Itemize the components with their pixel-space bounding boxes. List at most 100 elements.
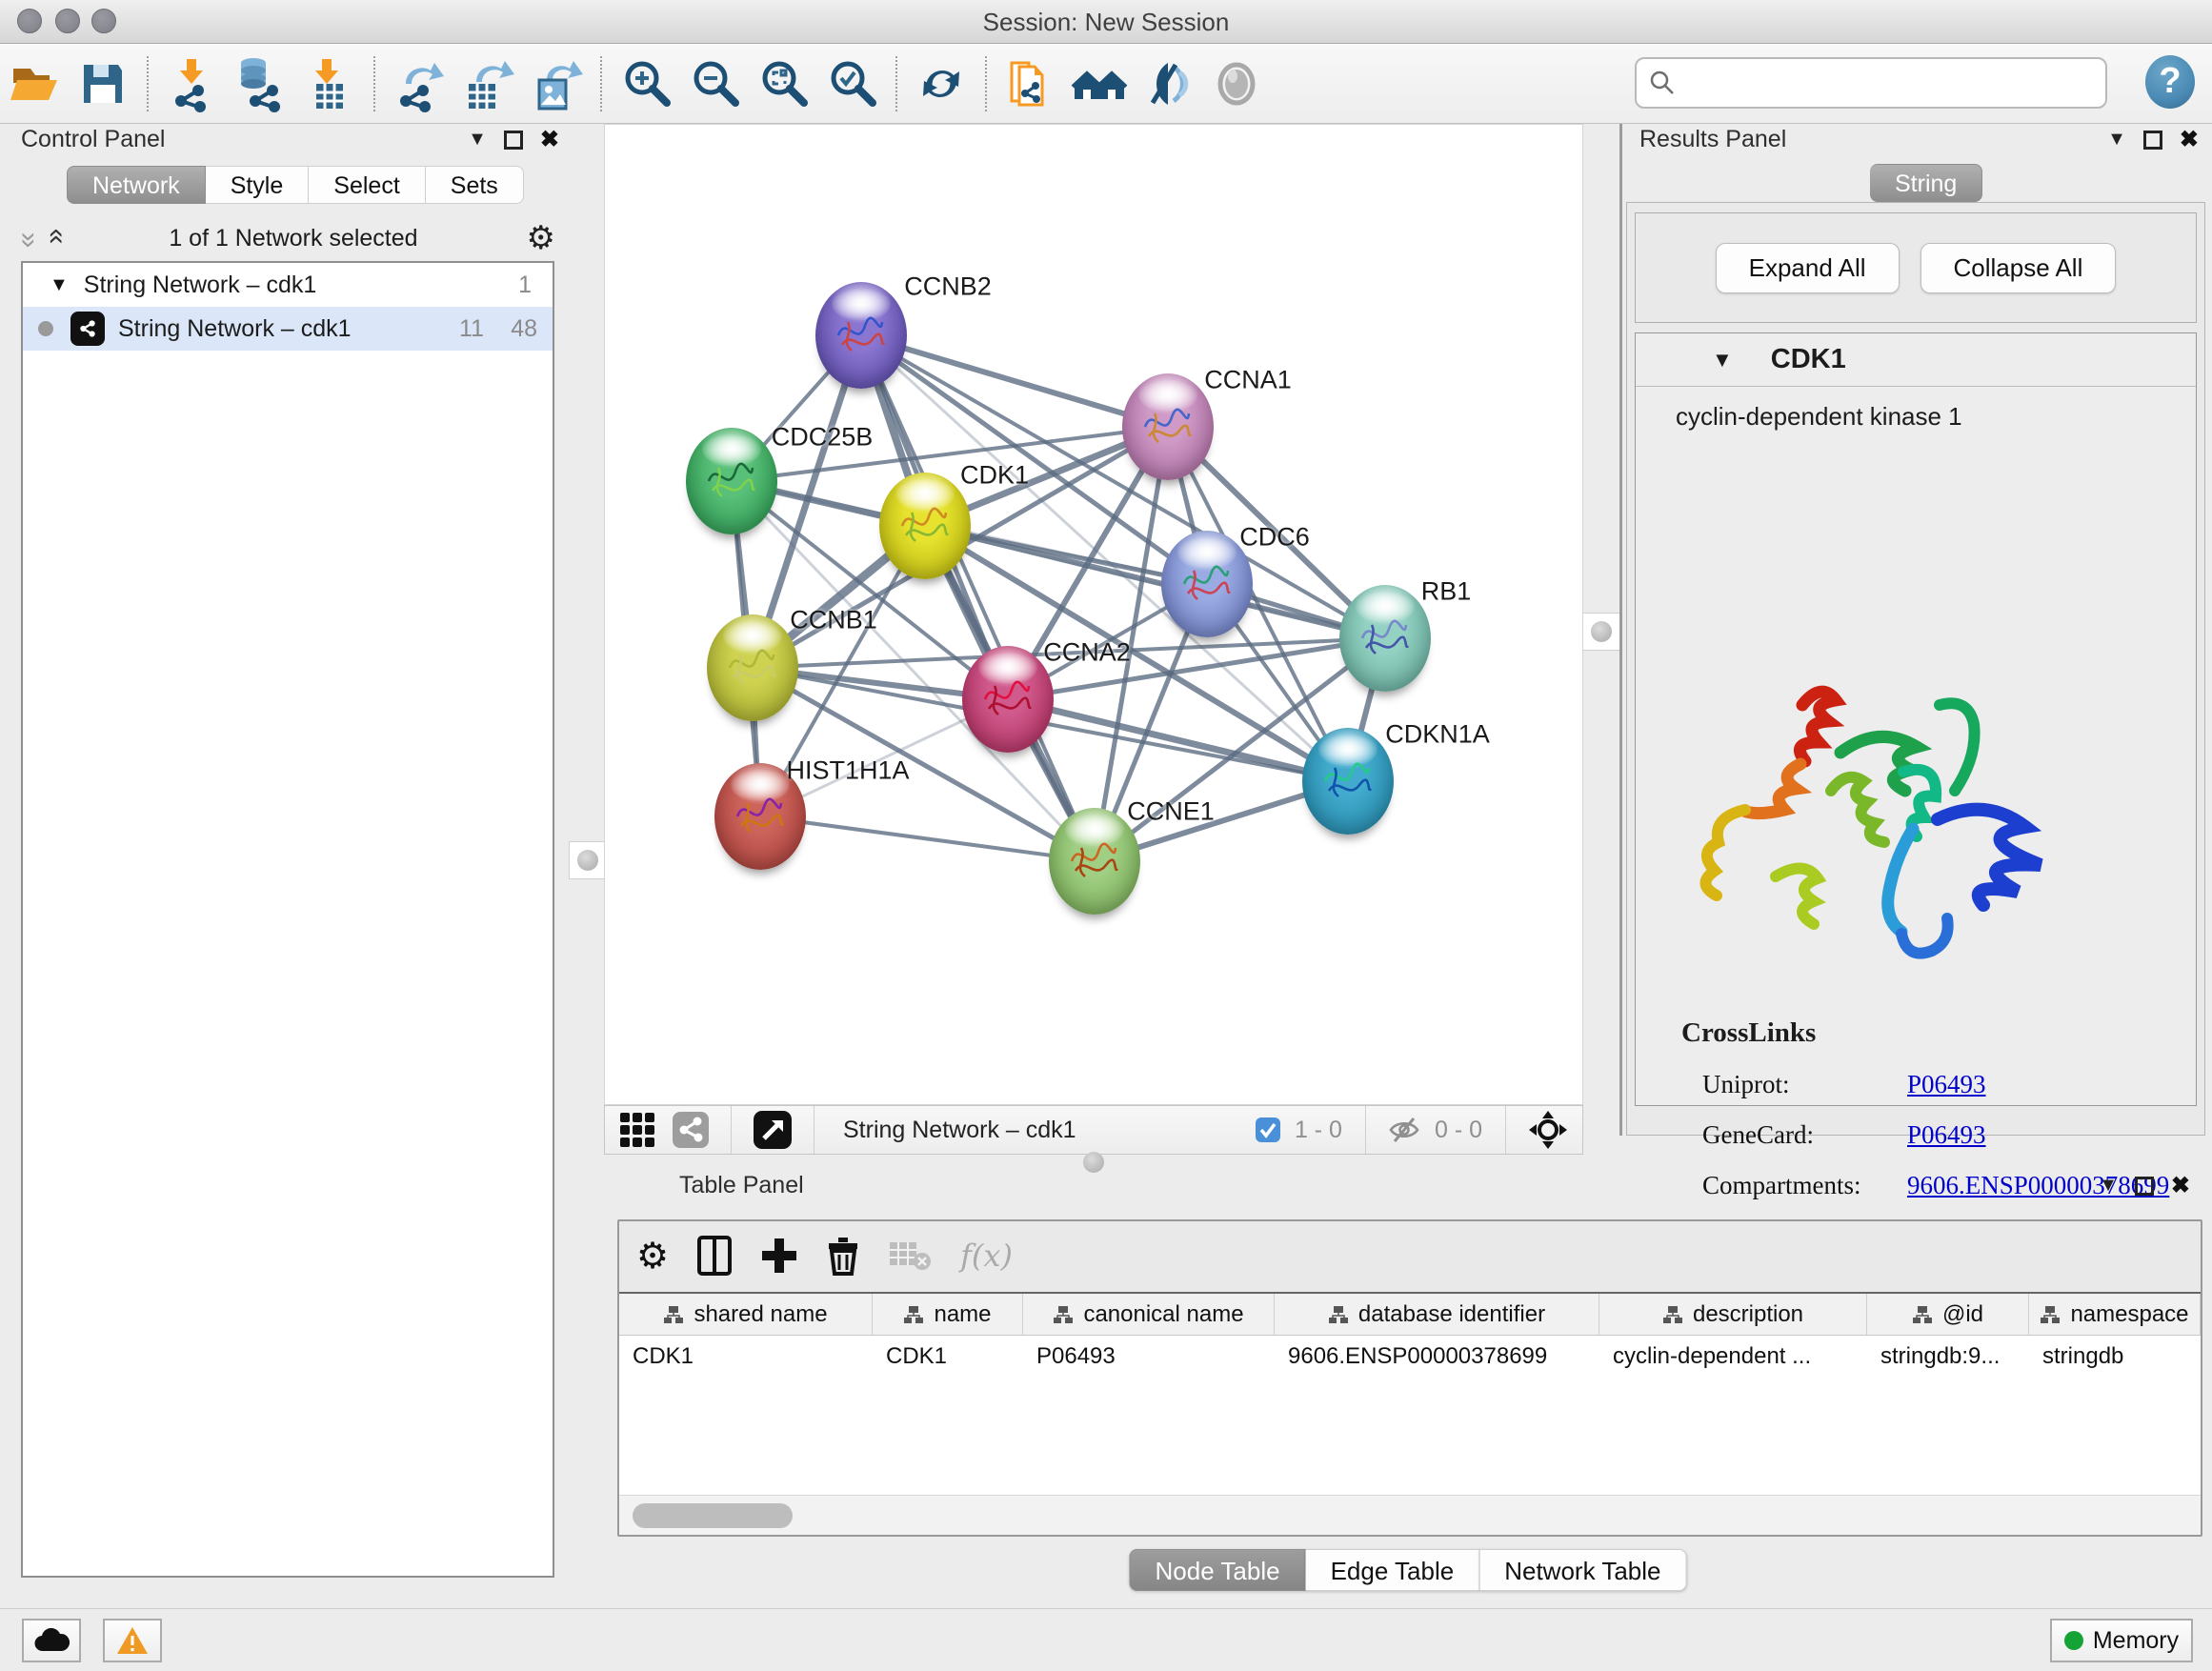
network-canvas[interactable]: CCNB2CCNA1CDC25BCDK1CDC6RB1CCNB1CCNA2CDK… [604,124,1583,1105]
column-header-namespace[interactable]: namespace [2029,1294,2201,1335]
network-node-ccnb2[interactable] [815,282,907,389]
sphere-button[interactable] [1202,51,1271,116]
grid-view-icon[interactable] [618,1111,656,1149]
delete-column-icon[interactable] [827,1236,859,1276]
float-panel-icon[interactable] [2135,1177,2154,1196]
zoom-selected-button[interactable] [817,51,886,116]
column-header-name[interactable]: name [873,1294,1023,1335]
column-header-database-identifier[interactable]: database identifier [1275,1294,1599,1335]
table-cell[interactable]: CDK1 [873,1336,1023,1378]
network-edge[interactable] [925,526,1385,638]
network-row[interactable]: String Network – cdk1 11 48 [23,307,553,351]
table-cell[interactable]: stringdb:9... [1867,1336,2029,1378]
collapse-panel-icon[interactable]: ▼ [2099,1175,2118,1197]
column-header-canonical-name[interactable]: canonical name [1023,1294,1275,1335]
hide-glyphs-button[interactable] [1134,51,1202,116]
node-label-ccna2: CCNA2 [1043,638,1131,668]
refresh-button[interactable] [907,51,975,116]
export-network-button[interactable] [385,51,453,116]
function-builder-icon[interactable]: f(x) [960,1238,1013,1274]
node-section-header[interactable]: ▼ CDK1 [1636,333,2196,387]
table-panel-splitter[interactable] [604,1155,1583,1170]
zoom-in-button[interactable] [612,51,680,116]
collapse-panel-icon[interactable]: ▼ [468,129,487,151]
search-box[interactable] [1635,57,2107,109]
float-panel-icon[interactable] [2143,131,2162,150]
protein-structure-thumb-icon [1066,833,1123,890]
crosslink-link[interactable]: P06493 [1907,1120,1986,1150]
birdseye-view-icon[interactable] [753,1110,793,1150]
expand-all-button[interactable]: Expand All [1716,243,1900,293]
node-description: cyclin-dependent kinase 1 [1676,402,2196,432]
table-cell[interactable]: 9606.ENSP00000378699 [1275,1336,1599,1378]
left-splitter-handle[interactable] [569,841,607,879]
close-panel-icon[interactable]: ✖ [2171,1172,2190,1199]
memory-button[interactable]: Memory [2050,1619,2193,1662]
table-cell[interactable]: CDK1 [619,1336,873,1378]
column-header-id[interactable]: @id [1867,1294,2029,1335]
network-edge[interactable] [861,335,1168,427]
network-node-cdkn1a[interactable] [1302,728,1394,835]
save-session-button[interactable] [69,51,137,116]
import-table-button[interactable] [295,51,364,116]
tab-network[interactable]: Network [67,166,206,204]
selected-checkbox-icon[interactable] [1255,1117,1281,1143]
string-document-button[interactable] [996,51,1065,116]
right-splitter-handle[interactable] [1582,613,1620,651]
network-node-rb1[interactable] [1339,585,1431,692]
table-cell[interactable]: cyclin-dependent ... [1599,1336,1867,1378]
scrollbar-thumb[interactable] [633,1503,793,1528]
network-node-ccnb1[interactable] [707,614,798,721]
network-node-cdc25b[interactable] [686,428,777,534]
collapse-all-button[interactable]: Collapse All [1920,243,2117,293]
protein-structure-thumb-icon [896,497,954,554]
zoom-fit-button[interactable] [749,51,817,116]
homes-button[interactable] [1065,51,1134,116]
table-cell[interactable]: stringdb [2029,1336,2201,1378]
delete-table-icon[interactable] [888,1238,932,1273]
close-panel-icon[interactable]: ✖ [540,126,559,153]
network-edge[interactable] [760,816,1095,861]
column-header-shared-name[interactable]: shared name [619,1294,873,1335]
table-horizontal-scrollbar[interactable] [619,1495,2201,1535]
open-session-button[interactable] [0,51,69,116]
column-header-label: shared name [694,1301,827,1328]
import-network-database-button[interactable] [227,51,295,116]
section-collapse-caret-icon[interactable]: ▼ [1712,348,1733,372]
tree-expand-caret-icon[interactable]: ▼ [50,274,69,296]
tab-edge-table[interactable]: Edge Table [1306,1549,1480,1591]
tab-select[interactable]: Select [309,166,425,204]
column-header-description[interactable]: description [1599,1294,1867,1335]
network-node-ccna2[interactable] [962,646,1054,753]
network-node-ccna1[interactable] [1122,373,1214,480]
hidden-eye-icon[interactable] [1387,1113,1421,1147]
tab-sets[interactable]: Sets [426,166,524,204]
crosslink-link[interactable]: P06493 [1907,1070,1986,1099]
network-collection-row[interactable]: ▼ String Network – cdk1 1 [23,263,553,307]
pan-crosshair-icon[interactable] [1527,1109,1569,1151]
table-gear-icon[interactable]: ⚙ [636,1235,669,1278]
collapse-all-networks-icon[interactable]: » [38,232,70,245]
tab-network-table[interactable]: Network Table [1479,1549,1686,1591]
cloud-button[interactable] [22,1619,81,1662]
network-options-gear-icon[interactable]: ⚙ [527,219,555,257]
close-panel-icon[interactable]: ✖ [2180,126,2199,153]
table-cell[interactable]: P06493 [1023,1336,1275,1378]
network-node-cdk1[interactable] [879,473,971,579]
add-column-icon[interactable] [760,1237,798,1275]
columns-icon[interactable] [697,1236,732,1276]
search-input[interactable] [1677,70,2086,96]
collapse-panel-icon[interactable]: ▼ [2107,129,2126,151]
tab-style[interactable]: Style [206,166,310,204]
export-table-button[interactable] [453,51,522,116]
warnings-button[interactable] [103,1619,162,1662]
help-button[interactable]: ? [2145,55,2195,109]
tab-node-table[interactable]: Node Table [1130,1549,1306,1591]
table-row[interactable]: CDK1CDK1P064939606.ENSP00000378699cyclin… [619,1336,2201,1378]
export-image-button[interactable] [522,51,591,116]
network-list-icon[interactable] [672,1111,710,1149]
float-panel-icon[interactable] [504,131,523,150]
zoom-out-button[interactable] [680,51,749,116]
import-network-file-button[interactable] [158,51,227,116]
tab-string[interactable]: String [1870,164,1982,202]
